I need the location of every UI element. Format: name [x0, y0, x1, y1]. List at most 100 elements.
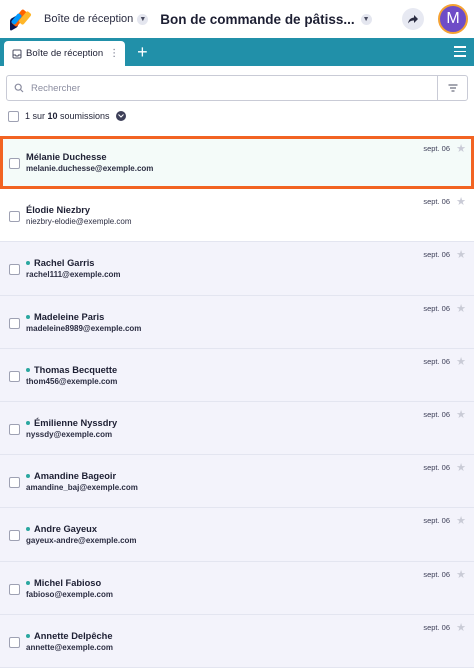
search-icon: [7, 83, 31, 93]
unread-dot-icon: [26, 527, 30, 532]
tab-label: Boîte de réception: [26, 48, 104, 59]
submitter-name: Thomas Becquette: [26, 365, 117, 375]
row-checkbox[interactable]: [9, 423, 20, 435]
filter-button[interactable]: [437, 76, 467, 100]
submission-date: sept. 06: [423, 569, 450, 579]
avatar[interactable]: M: [438, 4, 468, 34]
breadcrumb-label: Boîte de réception: [44, 13, 134, 25]
row-checkbox[interactable]: [9, 264, 20, 276]
list-item[interactable]: Mélanie Duchesse melanie.duchesse@exemple…: [0, 136, 474, 190]
unread-dot-icon: [26, 474, 30, 479]
submission-date: sept. 06: [423, 197, 450, 207]
top-bar: Boîte de réception ▼ Bon de commande de …: [0, 0, 474, 38]
submitter-name: Amandine Bageoir: [26, 471, 116, 481]
submitter-name-text: Annette Delpêche: [34, 630, 113, 641]
share-button[interactable]: [402, 8, 424, 30]
more-options-icon[interactable]: ⋮: [109, 48, 119, 59]
star-icon[interactable]: ★: [456, 461, 466, 474]
submitter-email: melanie.duchesse@exemple.com: [26, 164, 154, 173]
star-icon[interactable]: ★: [456, 142, 466, 155]
submitter-name-text: Madeleine Paris: [34, 311, 105, 322]
submission-date: sept. 06: [423, 356, 450, 366]
hamburger-menu-icon[interactable]: [454, 46, 466, 57]
selection-summary: 1 sur 10 soumissions: [0, 101, 474, 131]
list-item[interactable]: Élodie Niezbry niezbry-elodie@exemple.com…: [0, 189, 474, 243]
submission-date: sept. 06: [423, 622, 450, 632]
list-item[interactable]: Thomas Becquette thom456@exemple.com sept.…: [0, 348, 474, 402]
submitter-name-text: Rachel Garris: [34, 258, 95, 269]
row-checkbox[interactable]: [9, 158, 20, 169]
row-checkbox[interactable]: [9, 317, 20, 329]
unread-dot-icon: [26, 580, 30, 585]
submission-date: sept. 06: [423, 144, 450, 153]
inbox-icon: [12, 49, 22, 58]
submitter-name: Mélanie Duchesse: [26, 152, 107, 162]
form-title-dropdown[interactable]: Bon de commande de pâtiss... ▼: [160, 11, 372, 27]
add-tab-button[interactable]: +: [137, 38, 148, 66]
submitter-email: madeleine8989@exemple.com: [26, 323, 142, 333]
row-checkbox[interactable]: [9, 636, 20, 648]
submitter-name: Annette Delpêche: [26, 631, 113, 641]
row-checkbox[interactable]: [9, 583, 20, 595]
unread-dot-icon: [26, 633, 30, 638]
submitter-name-text: Élodie Niezbry: [26, 205, 91, 216]
chevron-down-icon: ▼: [137, 13, 149, 25]
submission-date: sept. 06: [423, 516, 450, 526]
list-item[interactable]: Michel Fabioso fabioso@exemple.com sept. 0…: [0, 561, 474, 615]
row-checkbox[interactable]: [9, 370, 20, 382]
submitter-email: gayeux-andre@exemple.com: [26, 536, 137, 546]
share-arrow-icon: [408, 15, 418, 24]
submission-date: sept. 06: [423, 463, 450, 473]
submitter-name: Madeleine Paris: [26, 312, 104, 322]
star-icon[interactable]: ★: [456, 355, 466, 368]
submitter-name-text: Émilienne Nyssdry: [34, 417, 118, 428]
star-icon[interactable]: ★: [456, 514, 466, 527]
submitter-name-text: Mélanie Duchesse: [26, 152, 107, 162]
list-item[interactable]: Annette Delpêche annette@exemple.com sept.…: [0, 614, 474, 668]
submission-count-text: 1 sur 10 soumissions: [25, 111, 110, 121]
count-suffix: soumissions: [57, 111, 110, 121]
chevron-down-icon: ▼: [360, 13, 372, 25]
submitter-email: annette@exemple.com: [26, 642, 113, 652]
select-all-checkbox[interactable]: [8, 110, 19, 122]
list-item[interactable]: Madeleine Paris madeleine8989@exemple.com…: [0, 295, 474, 349]
star-icon[interactable]: ★: [456, 248, 466, 261]
page-title: Bon de commande de pâtiss...: [160, 11, 355, 27]
star-icon[interactable]: ★: [456, 408, 466, 421]
list-item[interactable]: Émilienne Nyssdry nyssdy@exemple.com sept.…: [0, 401, 474, 456]
list-item[interactable]: Andre Gayeux gayeux-andre@exemple.com sept…: [0, 508, 474, 562]
tab-inbox[interactable]: Boîte de réception ⋮: [4, 41, 126, 66]
row-checkbox[interactable]: [9, 477, 20, 489]
row-checkbox[interactable]: [9, 530, 20, 542]
star-icon[interactable]: ★: [456, 621, 466, 634]
unread-dot-icon: [26, 261, 30, 266]
star-icon[interactable]: ★: [456, 195, 466, 208]
star-icon[interactable]: ★: [456, 302, 466, 315]
submitter-email: fabioso@exemple.com: [26, 589, 113, 599]
unread-dot-icon: [26, 314, 30, 319]
submitter-email: nyssdy@exemple.com: [26, 429, 113, 439]
list-item[interactable]: Rachel Garris rachel111@exemple.com sept. …: [0, 242, 474, 296]
inbox-breadcrumb[interactable]: Boîte de réception ▼: [44, 13, 149, 25]
filter-icon: [448, 84, 457, 92]
submitter-email: amandine_baj@exemple.com: [26, 483, 138, 493]
search-input[interactable]: [31, 82, 437, 94]
unread-dot-icon: [26, 367, 30, 372]
submitter-name-text: Andre Gayeux: [34, 524, 98, 535]
submitter-email: niezbry-elodie@exemple.com: [26, 217, 132, 227]
submission-date: sept. 06: [423, 250, 450, 260]
chevron-down-icon[interactable]: [115, 111, 126, 121]
submission-list: Mélanie Duchesse melanie.duchesse@exemple…: [0, 136, 474, 668]
search-box: [6, 75, 468, 101]
app-logo-icon[interactable]: [8, 7, 32, 32]
star-icon[interactable]: ★: [456, 568, 466, 581]
submitter-email: rachel111@exemple.com: [26, 270, 121, 280]
submitter-name: Rachel Garris: [26, 258, 94, 268]
submitter-name-text: Michel Fabioso: [34, 577, 102, 588]
submitter-name: Élodie Niezbry: [26, 205, 90, 215]
submitter-name: Andre Gayeux: [26, 524, 97, 534]
row-checkbox[interactable]: [9, 211, 20, 223]
submitter-name-text: Thomas Becquette: [34, 364, 118, 375]
list-item[interactable]: Amandine Bageoir amandine_baj@exemple.com…: [0, 455, 474, 509]
submission-date: sept. 06: [423, 409, 450, 419]
